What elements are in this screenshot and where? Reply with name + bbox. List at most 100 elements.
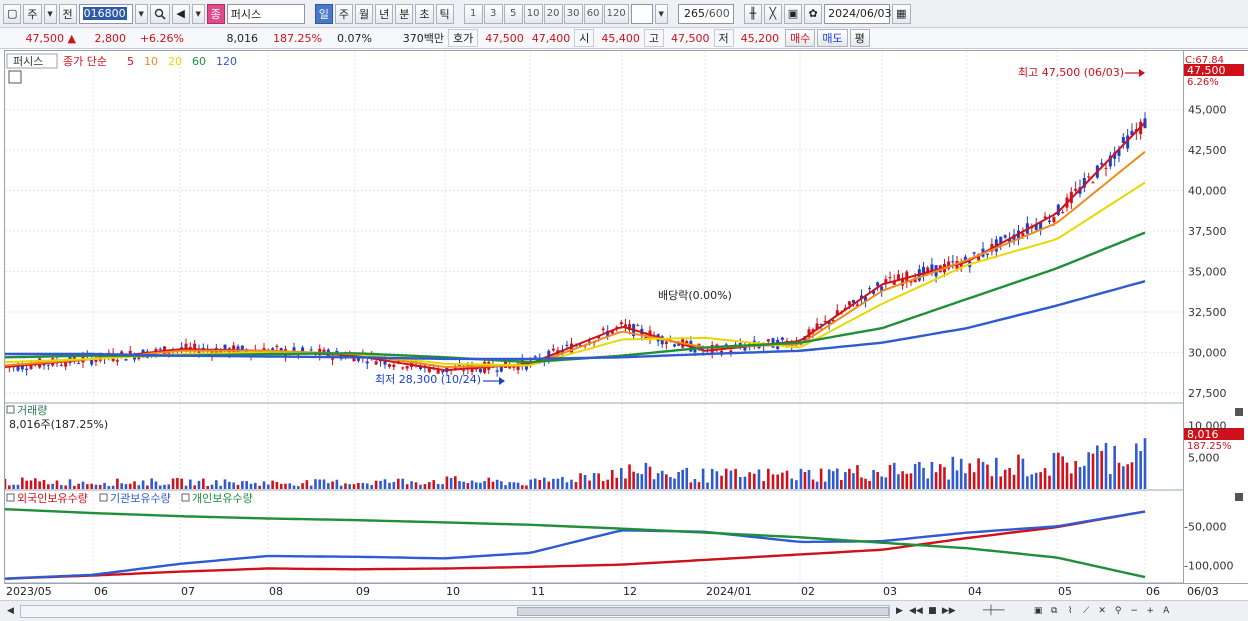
step-select[interactable]: [630, 3, 653, 24]
x-axis-end-date: 06/03: [1187, 585, 1219, 598]
volume-bar: [1057, 452, 1060, 489]
trend-line-icon[interactable]: ⟋: [1080, 605, 1093, 618]
volume-bar: [47, 484, 50, 489]
calculator-icon[interactable]: [8, 70, 22, 84]
layout-split-icon[interactable]: ▣: [1032, 605, 1045, 618]
interval-tabs: 일주월년분초틱: [314, 3, 454, 24]
code-dropdown-icon[interactable]: ▼: [134, 3, 148, 24]
current-price: 47,500: [25, 31, 65, 45]
stock-code-input[interactable]: 016800: [78, 3, 133, 24]
interval-tab-2[interactable]: 월: [355, 3, 374, 24]
interval-tab-4[interactable]: 분: [395, 3, 414, 24]
chart-svg: 퍼시스 종가 단순 5 10 20 60 120 최고 47,500 (06/03) 최…: [3, 51, 1183, 584]
step-button-60[interactable]: 60: [583, 3, 603, 24]
volume-bar: [271, 480, 274, 489]
step-dropdown-icon[interactable]: ▼: [654, 3, 668, 24]
step-button-120[interactable]: 120: [603, 3, 629, 24]
candle-body: [478, 368, 482, 373]
stop-icon[interactable]: ■: [926, 605, 939, 618]
speaker-dropdown-icon[interactable]: ▼: [191, 3, 205, 24]
interval-tab-0[interactable]: 일: [314, 3, 333, 24]
market-type-select[interactable]: 주: [23, 3, 42, 24]
interval-tab-1[interactable]: 주: [334, 3, 354, 24]
volume-bar: [357, 482, 360, 489]
volume-bar: [42, 479, 46, 489]
volume-bar: [154, 481, 158, 489]
chevron-down-icon[interactable]: ▼: [43, 3, 57, 24]
zoom-icon[interactable]: ⚲: [1112, 605, 1125, 618]
layout-icon[interactable]: ▢: [3, 3, 22, 24]
volume-bar: [615, 477, 619, 489]
fast-forward-icon[interactable]: ▶▶: [942, 605, 956, 618]
volume-bar: [715, 471, 719, 489]
volume-bar: [1109, 474, 1112, 489]
text-tool-icon[interactable]: A: [1160, 605, 1173, 618]
interval-tab-6[interactable]: 틱: [435, 3, 454, 24]
gear-icon[interactable]: ✿: [804, 3, 823, 24]
speaker-icon[interactable]: ◀: [171, 3, 190, 24]
bar-count-input[interactable]: 265/600: [677, 3, 734, 24]
sell-button[interactable]: 매도: [817, 29, 848, 47]
volume-bar: [776, 474, 779, 489]
volume-bar: [827, 469, 831, 489]
step-button-1[interactable]: 1: [463, 3, 483, 24]
scroll-left-icon[interactable]: ◀: [4, 605, 17, 618]
volume-bar: [77, 483, 80, 489]
candle-body: [374, 361, 378, 365]
ma-legend-20: 20: [168, 55, 182, 68]
play-icon[interactable]: ▶: [893, 605, 906, 618]
search-icon[interactable]: [149, 3, 170, 24]
step-button-30[interactable]: 30: [563, 3, 583, 24]
volume-panel-icon[interactable]: [6, 405, 15, 414]
drawing-tool-icon[interactable]: ⌇: [1064, 605, 1077, 618]
candle: [94, 355, 98, 367]
candle-type-icon[interactable]: ╫: [743, 3, 762, 24]
holding-legend-icon-2[interactable]: [181, 493, 190, 502]
volume-bar: [669, 476, 672, 489]
holding-legend-icon-1[interactable]: [99, 493, 108, 502]
volume-bar: [525, 485, 528, 489]
date-input[interactable]: 2024/06/03: [824, 3, 892, 24]
buy-button[interactable]: 매수: [785, 29, 816, 47]
volume-bar: [141, 480, 145, 489]
volume-bar: [1074, 461, 1077, 489]
layout-copy-icon[interactable]: ⧉: [1048, 605, 1061, 618]
step-button-3[interactable]: 3: [483, 3, 503, 24]
volume-bar: [1017, 454, 1020, 489]
holding-legend-icon-0[interactable]: [6, 493, 15, 502]
interval-tab-5[interactable]: 초: [415, 3, 434, 24]
current-price-tag: 47,500: [1187, 64, 1226, 77]
volume-bar: [344, 483, 347, 489]
step-button-10[interactable]: 10: [523, 3, 543, 24]
interval-tab-3[interactable]: 년: [375, 3, 394, 24]
holding-panel-close-icon[interactable]: [1235, 493, 1243, 501]
x-axis-label-10: 03: [883, 585, 897, 598]
minus-icon[interactable]: −: [1128, 605, 1141, 618]
calendar-icon[interactable]: ▦: [892, 3, 911, 24]
volume-bar: [284, 483, 287, 489]
candle-body: [951, 261, 955, 263]
horizontal-scrollbar[interactable]: [20, 604, 890, 618]
indicator-icon[interactable]: ╳: [763, 3, 782, 24]
plus-icon[interactable]: +: [1144, 605, 1157, 618]
scroll-thumb[interactable]: [517, 606, 889, 616]
step-button-20[interactable]: 20: [543, 3, 563, 24]
volume-bar: [16, 484, 20, 489]
volume-tick-0: 10,000: [1188, 420, 1227, 433]
zoom-slider-icon[interactable]: ─┼──: [959, 605, 1029, 618]
cross-tool-icon[interactable]: ✕: [1096, 605, 1109, 618]
volume-bar: [487, 477, 491, 489]
rewind-icon[interactable]: ◀◀: [909, 605, 923, 618]
chart-canvas[interactable]: 퍼시스 종가 단순 5 10 20 60 120 최고 47,500 (06/03) 최…: [3, 50, 1184, 584]
volume-bar: [249, 483, 253, 489]
step-button-5[interactable]: 5: [503, 3, 523, 24]
save-icon[interactable]: ▣: [783, 3, 803, 24]
period-select[interactable]: 전: [58, 3, 77, 24]
volume-bar: [495, 479, 499, 489]
eval-button[interactable]: 평: [849, 29, 870, 47]
candle: [601, 326, 605, 334]
volume-bar: [986, 464, 989, 489]
volume-panel-close-icon[interactable]: [1235, 408, 1243, 416]
candle-body: [59, 364, 63, 366]
stock-name-field[interactable]: 퍼시스: [226, 3, 305, 24]
